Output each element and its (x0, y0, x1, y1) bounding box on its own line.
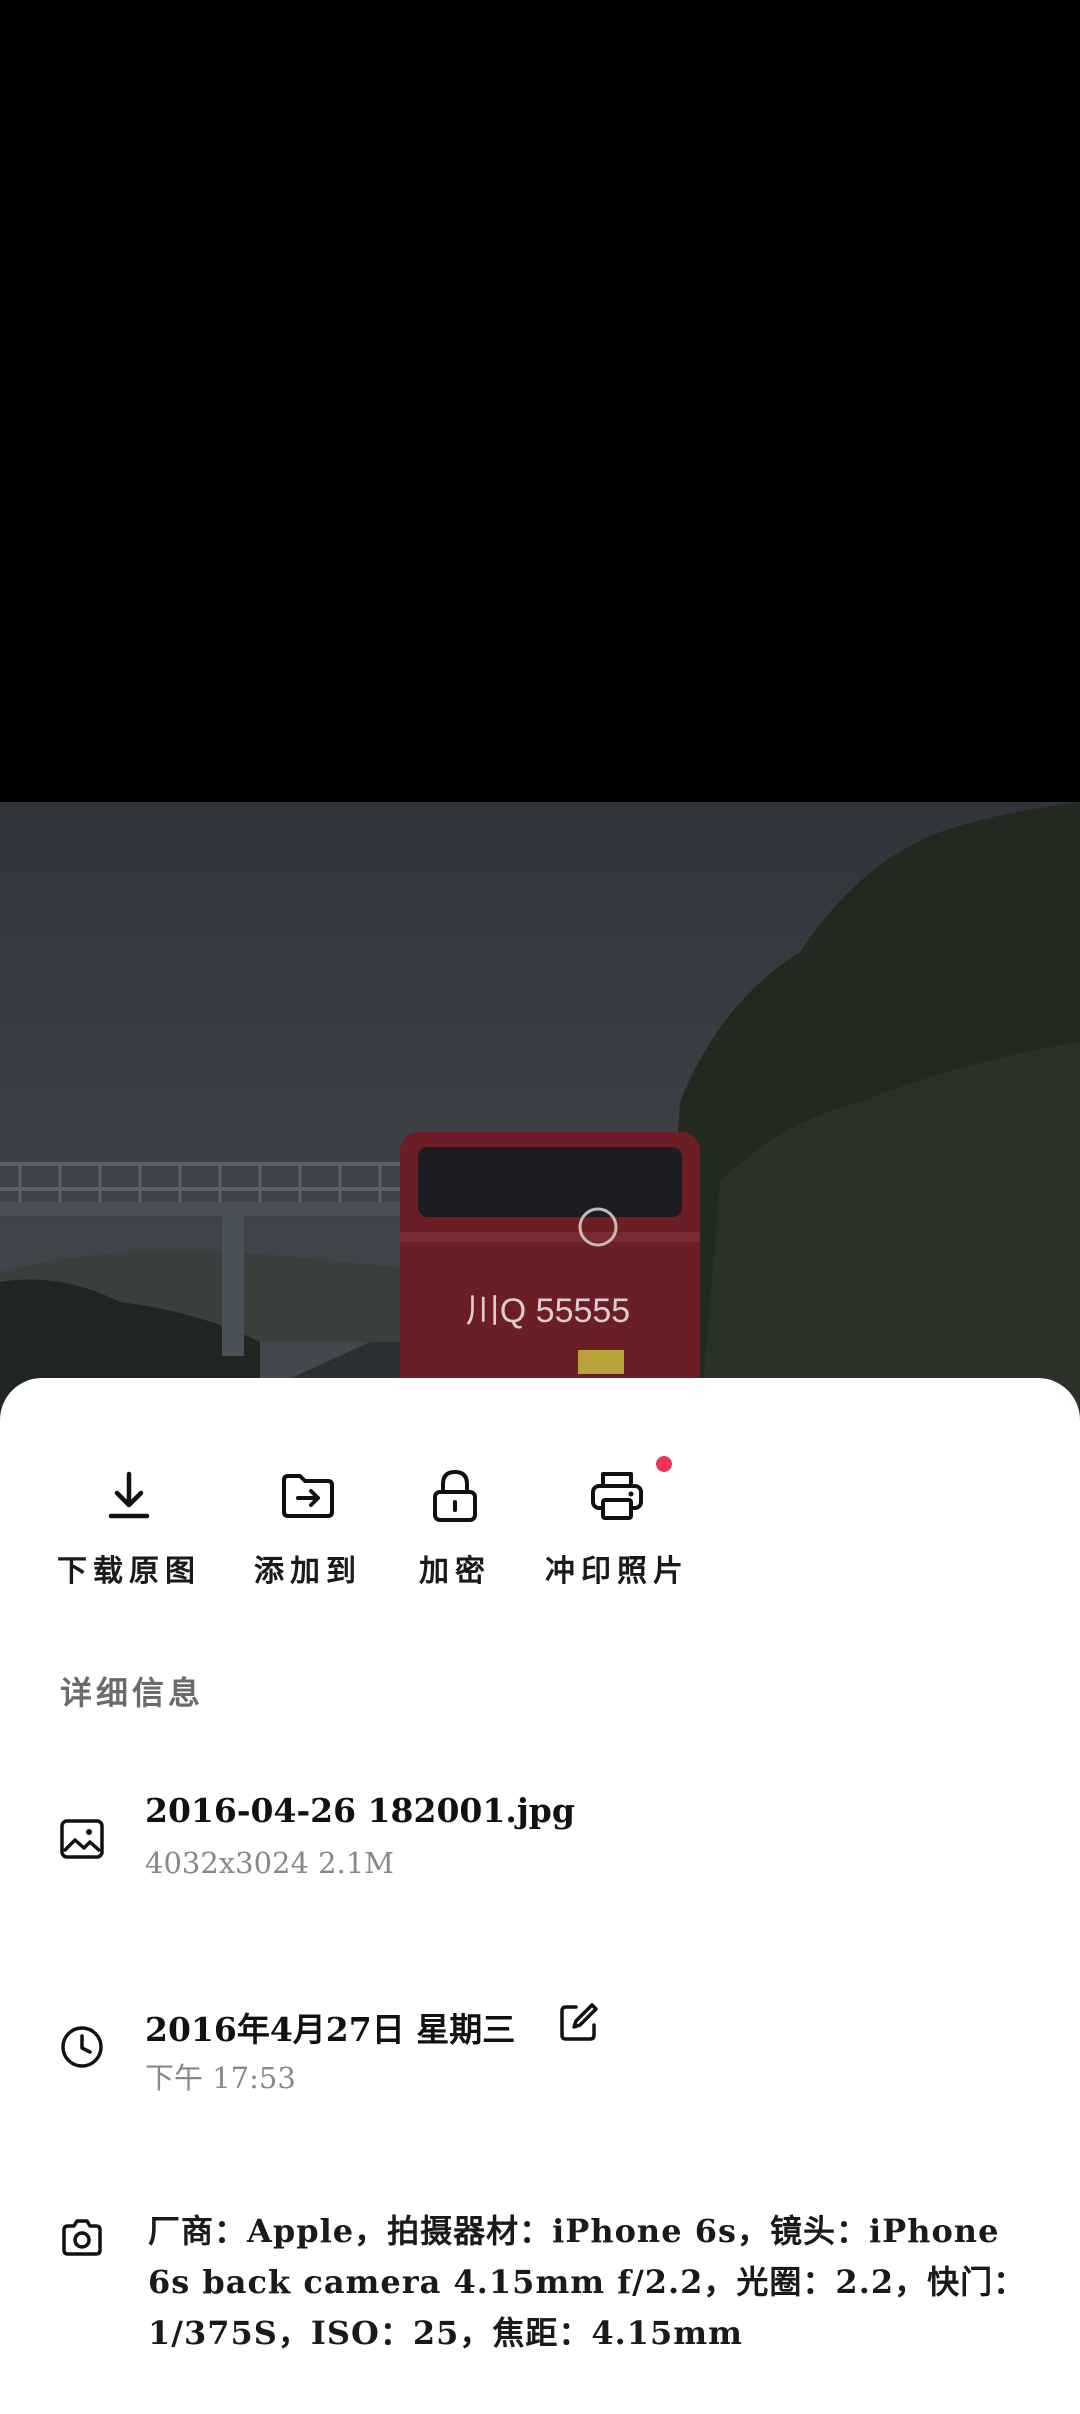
download-original-button[interactable]: 下载原图 (44, 1466, 214, 1616)
photo-viewer[interactable]: 川Q 55555 (0, 0, 1080, 1420)
add-to-label: 添加到 (254, 1554, 362, 1589)
camera-icon (62, 2219, 102, 2256)
photo-image[interactable]: 川Q 55555 (0, 802, 1080, 1420)
clock-icon (61, 2026, 103, 2068)
edit-icon[interactable] (556, 2001, 600, 2045)
camera-info-row: 厂商：Apple，拍摄器材：iPhone 6s，镜头：iPhone 6s bac… (0, 2206, 1080, 2376)
file-dimensions-size: 4032x3024 2.1M (145, 1846, 394, 1880)
print-photo-label: 冲印照片 (545, 1554, 689, 1589)
action-bar: 下载原图 添加到 加密 冲印照片 (0, 1456, 1080, 1626)
folder-move-icon (282, 1474, 334, 1518)
photo-time: 下午 17:53 (145, 2061, 296, 2095)
file-name: 2016-04-26 182001.jpg (145, 1791, 575, 1830)
encrypt-button[interactable]: 加密 (370, 1466, 540, 1616)
download-icon (108, 1471, 150, 1519)
add-to-button[interactable]: 添加到 (223, 1466, 393, 1616)
photo-date: 2016年4月27日 星期三 (145, 2010, 516, 2049)
date-row: 2016年4月27日 星期三 下午 17:53 (0, 1993, 1080, 2103)
printer-icon (591, 1472, 643, 1520)
info-sheet: 下载原图 添加到 加密 冲印照片 详细信息 2016-04-26 182001.… (0, 1378, 1080, 2414)
lock-icon (433, 1469, 477, 1522)
section-title: 详细信息 (60, 1674, 205, 1712)
download-original-label: 下载原图 (57, 1554, 201, 1589)
photo-scene: 川Q 55555 (0, 802, 1080, 1420)
camera-exif-text: 厂商：Apple，拍摄器材：iPhone 6s，镜头：iPhone 6s bac… (148, 2212, 1027, 2352)
image-icon (60, 1819, 104, 1859)
encrypt-label: 加密 (419, 1554, 491, 1589)
print-photo-button[interactable]: 冲印照片 (532, 1456, 702, 1616)
new-badge-dot (656, 1456, 672, 1472)
file-info-row: 2016-04-26 182001.jpg 4032x3024 2.1M (0, 1783, 1080, 1893)
bus-plate-text: 川Q 55555 (466, 1292, 630, 1330)
